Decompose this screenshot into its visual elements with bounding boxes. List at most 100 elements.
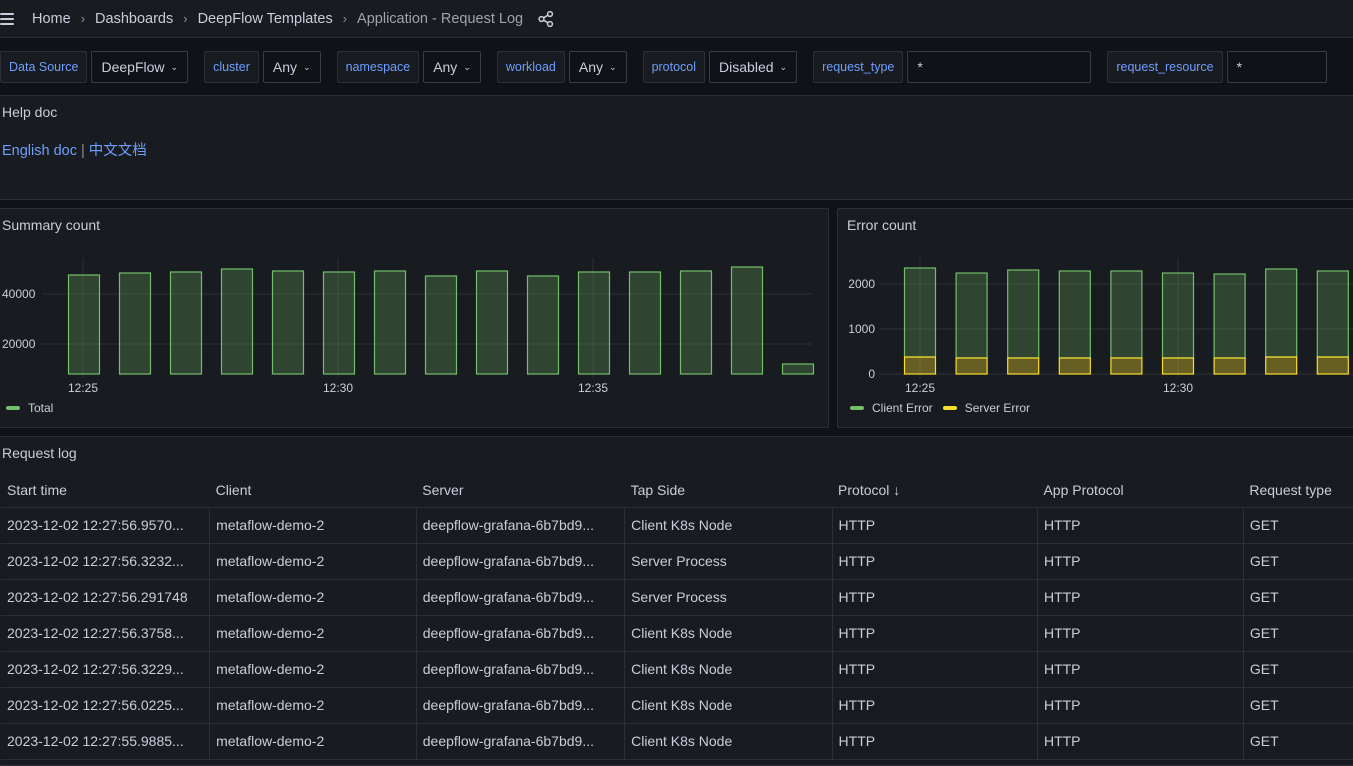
variable-label: namespace [336, 51, 420, 83]
chevron-right-icon: › [80, 11, 86, 26]
breadcrumb-folder[interactable]: DeepFlow Templates [198, 11, 333, 27]
bar-total [679, 270, 713, 375]
panel-title: Request log [2, 445, 77, 461]
select-value: Any [272, 59, 298, 75]
bar-client-error [1007, 269, 1040, 359]
bar-total [475, 270, 509, 375]
cell-start-time: 2023-12-02 12:27:55.9885... [1, 723, 211, 760]
cell-tap-side: Client K8s Node [624, 723, 833, 760]
column-header-tap-side[interactable]: Tap Side [624, 474, 833, 508]
column-header-request-type[interactable]: Request type [1243, 474, 1353, 508]
cell-request-type: GET [1243, 687, 1353, 724]
bar-total [526, 275, 560, 375]
cell-request-type: GET [1243, 579, 1353, 616]
legend-label: Total [28, 401, 54, 415]
cell-client: metaflow-demo-2 [209, 543, 417, 580]
hamburger-menu-icon[interactable] [0, 12, 16, 25]
bar-client-error [1110, 270, 1143, 359]
bar-total [220, 268, 254, 375]
table-row[interactable]: 2023-12-02 12:27:56.291748 metaflow-demo-… [1, 579, 1353, 616]
column-header-app-protocol[interactable]: App Protocol [1037, 474, 1244, 508]
help-doc-panel: Help doc English doc | 中文文档 [0, 95, 1353, 200]
bar-client-error [903, 267, 937, 358]
select-value: Any [433, 59, 458, 75]
variable-label: protocol [642, 51, 706, 83]
protocol-select[interactable]: Disabled ⌄ [709, 51, 798, 83]
legend-swatch [942, 406, 957, 410]
breadcrumb-dashboards[interactable]: Dashboards [95, 11, 173, 27]
cluster-select[interactable]: Any ⌄ [262, 51, 321, 83]
variable-label: workload [496, 51, 565, 83]
variable-label: cluster [204, 51, 259, 83]
table-row[interactable]: 2023-12-02 12:27:55.9885... metaflow-demo… [1, 723, 1353, 760]
cell-client: metaflow-demo-2 [209, 687, 417, 724]
request-resource-input[interactable]: * [1226, 51, 1327, 83]
legend-item-server-error[interactable]: Server Error [942, 401, 1030, 415]
cell-start-time: 2023-12-02 12:27:56.0225... [1, 687, 211, 724]
column-header-protocol[interactable]: Protocol ↓ [832, 474, 1038, 508]
error-legend: Client Error Server Error [850, 401, 1040, 415]
chevron-down-icon: ⌄ [170, 61, 179, 72]
bar-total [628, 271, 662, 375]
y-tick-label: 40000 [2, 287, 36, 301]
x-tick-label: 12:25 [68, 381, 98, 395]
summary-legend: Total [6, 401, 63, 415]
legend-swatch [850, 406, 864, 410]
table-header-row: Start time Client Server Tap Side Protoc… [1, 474, 1353, 508]
cell-protocol: HTTP [832, 615, 1038, 652]
cell-client: metaflow-demo-2 [209, 651, 417, 688]
error-count-chart: 0 1000 2000 12:25 12:30 [848, 258, 1353, 395]
chevron-down-icon: ⌄ [779, 61, 788, 72]
english-doc-link[interactable]: English doc [2, 143, 77, 159]
bar-server-error [1058, 357, 1091, 375]
sort-descending-icon: ↓ [893, 482, 901, 499]
table-row[interactable]: 2023-12-02 12:27:56.9570... metaflow-demo… [1, 507, 1353, 544]
table-row[interactable]: 2023-12-02 12:27:56.3232... metaflow-demo… [1, 543, 1353, 580]
select-value: Any [578, 59, 604, 75]
breadcrumb-current: Application - Request Log [357, 10, 524, 27]
namespace-select[interactable]: Any ⌄ [423, 51, 481, 83]
bar-total [169, 271, 203, 375]
variable-cluster: cluster Any ⌄ [204, 51, 321, 83]
x-tick-label: 12:30 [1163, 381, 1193, 395]
cell-client: metaflow-demo-2 [209, 615, 417, 652]
breadcrumb-home[interactable]: Home [32, 11, 71, 27]
data-source-select[interactable]: DeepFlow ⌄ [91, 51, 189, 83]
workload-select[interactable]: Any ⌄ [568, 51, 627, 83]
bar-total [67, 274, 101, 375]
table-row[interactable]: 2023-12-02 12:27:56.3758... metaflow-demo… [1, 615, 1353, 652]
column-header-server[interactable]: Server [416, 474, 625, 508]
cell-server: deepflow-grafana-6b7bd9... [416, 687, 626, 724]
cell-app-protocol: HTTP [1037, 723, 1244, 760]
table-row[interactable]: 2023-12-02 12:27:56.3229... metaflow-demo… [1, 651, 1353, 688]
cell-request-type: GET [1243, 723, 1353, 760]
bar-server-error [1213, 357, 1246, 375]
legend-item-total[interactable]: Total [6, 401, 53, 415]
request-type-input[interactable]: * [907, 51, 1092, 83]
cell-server: deepflow-grafana-6b7bd9... [416, 723, 626, 760]
variable-request-type: request_type * [813, 51, 1092, 83]
chevron-down-icon: ⌄ [303, 61, 311, 72]
column-header-client[interactable]: Client [209, 474, 417, 508]
bar-server-error [1007, 357, 1040, 375]
chinese-doc-link[interactable]: 中文文档 [89, 143, 147, 159]
cell-client: metaflow-demo-2 [209, 723, 417, 760]
y-tick-label: 20000 [2, 337, 36, 351]
bar-total [373, 270, 407, 375]
x-tick-label: 12:25 [905, 381, 935, 395]
cell-request-type: GET [1243, 651, 1353, 688]
legend-item-client-error[interactable]: Client Error [850, 401, 933, 415]
y-tick-label: 0 [868, 367, 875, 381]
bar-server-error [1110, 357, 1143, 375]
bar-total [577, 271, 611, 375]
share-icon[interactable] [537, 10, 555, 28]
bar-total [118, 272, 152, 375]
bar-server-error [903, 356, 937, 375]
bar-server-error [1161, 357, 1195, 375]
column-header-start-time[interactable]: Start time [1, 474, 210, 508]
bar-client-error [1265, 268, 1298, 358]
bar-client-error [1316, 270, 1349, 358]
bar-server-error [1316, 356, 1349, 375]
table-row[interactable]: 2023-12-02 12:27:56.0225... metaflow-demo… [1, 687, 1353, 724]
bar-client-error [1058, 270, 1091, 359]
